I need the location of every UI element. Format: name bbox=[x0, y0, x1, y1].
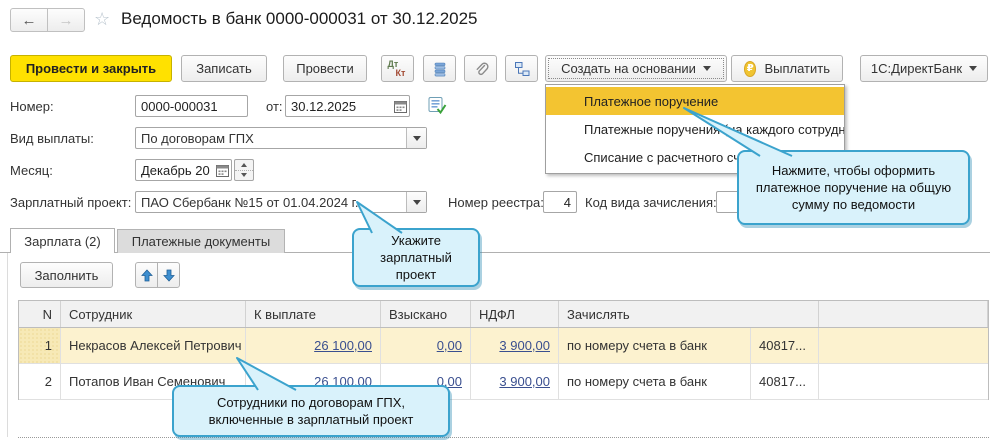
save-button[interactable]: Записать bbox=[181, 55, 267, 82]
ndfl-link[interactable]: 3 900,00 bbox=[499, 374, 550, 389]
filler-cell bbox=[819, 364, 988, 399]
payment-type-dropdown-button[interactable] bbox=[406, 128, 426, 148]
header-method[interactable]: Зачислять bbox=[559, 301, 819, 327]
back-arrow-icon: ← bbox=[22, 12, 37, 29]
structure-button[interactable] bbox=[505, 55, 538, 82]
table-row[interactable]: 1 Некрасов Алексей Петрович 26 100,00 0,… bbox=[19, 328, 988, 364]
register-records-button[interactable] bbox=[423, 55, 456, 82]
subordination-structure-icon bbox=[514, 61, 530, 77]
forward-arrow-icon: → bbox=[59, 12, 74, 29]
payment-type-value: По договорам ГПХ bbox=[136, 131, 406, 146]
account-cell[interactable]: 40817... bbox=[751, 328, 819, 363]
method-cell[interactable]: по номеру счета в банк bbox=[559, 364, 751, 399]
header-amount[interactable]: К выплате bbox=[246, 301, 381, 327]
fill-check-icon[interactable] bbox=[428, 96, 447, 118]
tab-salary[interactable]: Зарплата (2) bbox=[10, 228, 115, 253]
attachments-button[interactable] bbox=[464, 55, 497, 82]
tooltip-tail bbox=[345, 197, 415, 242]
post-button[interactable]: Провести bbox=[283, 55, 367, 82]
month-label: Месяц: bbox=[10, 163, 53, 178]
pay-button[interactable]: ₽ Выплатить bbox=[731, 55, 843, 82]
tab-payment-documents[interactable]: Платежные документы bbox=[117, 229, 285, 253]
move-up-button[interactable] bbox=[135, 262, 158, 288]
account-cell[interactable]: 40817... bbox=[751, 364, 819, 399]
registry-number-label: Номер реестра: bbox=[448, 195, 544, 210]
chevron-down-icon bbox=[703, 66, 711, 71]
calendar-icon[interactable] bbox=[215, 160, 231, 180]
number-label: Номер: bbox=[10, 99, 54, 114]
fill-button[interactable]: Заполнить bbox=[20, 262, 113, 288]
table-bottom-divider bbox=[18, 437, 989, 438]
number-field-wrap bbox=[135, 95, 248, 117]
registry-input[interactable] bbox=[544, 193, 576, 211]
month-input[interactable] bbox=[136, 161, 215, 179]
directbank-button[interactable]: 1С:ДиректБанк bbox=[860, 55, 988, 82]
date-field-wrap bbox=[285, 95, 410, 117]
directbank-label: 1С:ДиректБанк bbox=[871, 61, 962, 76]
payment-type-combo[interactable]: По договорам ГПХ bbox=[135, 127, 427, 149]
employees-table: N Сотрудник К выплате Взыскано НДФЛ Зачи… bbox=[18, 300, 989, 400]
tooltip-tail bbox=[225, 352, 310, 395]
favorite-star-icon[interactable]: ☆ bbox=[94, 9, 110, 30]
register-stack-icon bbox=[432, 61, 448, 77]
number-input[interactable] bbox=[136, 97, 247, 115]
forward-button[interactable]: → bbox=[47, 8, 85, 32]
tab-salary-label: Зарплата (2) bbox=[24, 234, 100, 249]
arrow-up-icon bbox=[141, 269, 153, 282]
ndfl-link[interactable]: 3 900,00 bbox=[499, 338, 550, 353]
header-ndfl[interactable]: НДФЛ bbox=[471, 301, 559, 327]
tooltip-payment-order: Нажмите, чтобы оформить платежное поруче… bbox=[737, 150, 970, 225]
header-n[interactable]: N bbox=[19, 301, 61, 327]
stepper-down-icon[interactable] bbox=[235, 171, 253, 181]
create-based-on-label: Создать на основании bbox=[561, 61, 696, 76]
paperclip-icon bbox=[473, 61, 489, 77]
row-number-cell[interactable]: 1 bbox=[19, 328, 61, 363]
credit-code-label: Код вида зачисления: bbox=[585, 195, 717, 210]
chevron-down-icon bbox=[413, 136, 421, 141]
date-input[interactable] bbox=[286, 97, 392, 115]
calendar-icon[interactable] bbox=[392, 96, 409, 116]
dt-kt-icon: Дт Кт bbox=[388, 59, 408, 78]
month-stepper[interactable] bbox=[234, 159, 254, 181]
document-window: ← → ☆ Ведомость в банк 0000-000031 от 30… bbox=[0, 0, 990, 442]
row-number-cell[interactable]: 2 bbox=[19, 364, 61, 399]
stepper-up-icon[interactable] bbox=[235, 160, 253, 171]
table-row[interactable]: 2 Потапов Иван Семенович 26 100,00 0,00 … bbox=[19, 364, 988, 400]
month-field-wrap bbox=[135, 159, 232, 181]
tooltip-employees: Сотрудники по договорам ГПХ, включенные … bbox=[172, 385, 450, 437]
create-based-on-button[interactable]: Создать на основании bbox=[545, 55, 727, 82]
pay-label: Выплатить bbox=[764, 61, 830, 76]
employee-cell[interactable]: Некрасов Алексей Петрович bbox=[61, 328, 246, 363]
registry-field-wrap bbox=[543, 191, 577, 213]
tooltip-tail bbox=[660, 95, 810, 160]
header-withheld[interactable]: Взыскано bbox=[381, 301, 471, 327]
salary-project-label: Зарплатный проект: bbox=[10, 195, 131, 210]
dt-kt-button[interactable]: Дт Кт bbox=[381, 55, 414, 82]
panel-left-edge bbox=[7, 253, 8, 437]
arrow-down-icon bbox=[163, 269, 175, 282]
table-header-row: N Сотрудник К выплате Взыскано НДФЛ Зачи… bbox=[19, 301, 988, 328]
header-filler bbox=[819, 301, 988, 327]
withheld-link[interactable]: 0,00 bbox=[437, 338, 462, 353]
date-label: от: bbox=[266, 99, 283, 114]
filler-cell bbox=[819, 328, 988, 363]
post-and-close-button[interactable]: Провести и закрыть bbox=[10, 55, 172, 82]
payment-type-label: Вид выплаты: bbox=[10, 131, 94, 146]
page-title: Ведомость в банк 0000-000031 от 30.12.20… bbox=[121, 9, 478, 29]
chevron-down-icon bbox=[969, 66, 977, 71]
ruble-circle-icon: ₽ bbox=[744, 61, 756, 77]
method-cell[interactable]: по номеру счета в банк bbox=[559, 328, 751, 363]
header-employee[interactable]: Сотрудник bbox=[61, 301, 246, 327]
amount-link[interactable]: 26 100,00 bbox=[314, 338, 372, 353]
back-button[interactable]: ← bbox=[10, 8, 48, 32]
tab-payment-documents-label: Платежные документы bbox=[132, 234, 270, 249]
move-down-button[interactable] bbox=[157, 262, 180, 288]
